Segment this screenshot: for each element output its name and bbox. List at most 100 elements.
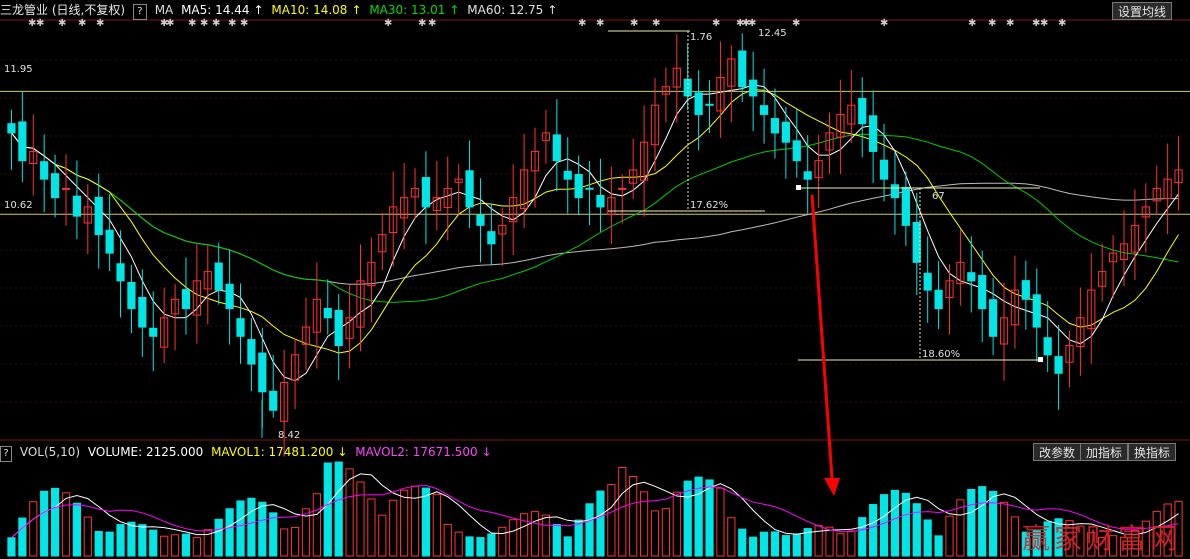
- volume-bar: [18, 517, 27, 557]
- candle-body: [50, 173, 60, 199]
- volume-bar: [389, 499, 398, 557]
- watermark: 赢家财富网: [1021, 522, 1182, 555]
- volume-bar: [127, 521, 136, 557]
- ma30-value: MA30: 13.01: [369, 3, 446, 17]
- volume-bar: [978, 486, 987, 557]
- volume-bar: [509, 519, 518, 557]
- up-arrow-icon: ↑: [449, 3, 460, 17]
- ma5-line: [11, 84, 1179, 382]
- candlesticks: [7, 33, 1183, 457]
- candle-body: [574, 173, 583, 199]
- volume-bar: [160, 535, 169, 557]
- volume-bar: [890, 489, 900, 557]
- help-icon[interactable]: ?: [132, 4, 147, 20]
- volume-bar: [923, 519, 932, 557]
- candle-body: [487, 231, 496, 245]
- volume-bar: [705, 479, 714, 557]
- stock-name: 三龙管业: [0, 3, 49, 17]
- volume-bar: [378, 514, 387, 557]
- volume-bar: [367, 498, 376, 557]
- volume-bar: [181, 533, 191, 557]
- mavol1-value: MAVOL1: 17481.200: [211, 445, 334, 459]
- volume-bar: [334, 461, 343, 557]
- ma5-path: [11, 84, 1179, 382]
- vol-label: VOL(5,10): [19, 445, 81, 459]
- pct-label-1: 17.62%: [690, 200, 729, 211]
- candle-body: [258, 352, 267, 393]
- ma10-line: [11, 88, 1179, 354]
- candle-body: [585, 187, 594, 190]
- volume-bar: [236, 500, 245, 557]
- volume-bar: [280, 528, 289, 557]
- volume-bar: [116, 524, 125, 557]
- volume-bar: [105, 531, 114, 557]
- volume-bar: [356, 481, 365, 557]
- volume-bars: [7, 461, 1183, 557]
- volume-bar: [269, 512, 278, 557]
- volume-ma-lines: [11, 473, 1179, 539]
- add-indicator-button[interactable]: 加指标: [1080, 443, 1129, 461]
- volume-bar: [290, 527, 300, 557]
- peak-high-label: 12.45: [758, 28, 787, 39]
- volume-bar: [999, 501, 1009, 557]
- volume-bar: [465, 536, 474, 557]
- grid-lines: [0, 19, 1190, 441]
- red-arrow-shaft: [810, 194, 834, 479]
- period-label: (日线,不复权): [51, 3, 126, 17]
- peak-partial-label: 1.76: [690, 32, 713, 43]
- volume-bar: [541, 514, 551, 557]
- up-arrow-icon: ↑: [253, 3, 264, 17]
- volume-bar: [530, 511, 540, 557]
- edit-params-button[interactable]: 改参数: [1033, 443, 1082, 461]
- candle-body: [1021, 280, 1030, 300]
- volume-bar: [138, 524, 147, 557]
- candle-body: [858, 97, 867, 125]
- volume-bar: [759, 531, 769, 557]
- change-indicator-button[interactable]: 换指标: [1128, 443, 1177, 461]
- volume-bar: [83, 516, 92, 557]
- volume-bar: [814, 525, 823, 557]
- price-label-10-62: 10.62: [4, 200, 33, 211]
- volume-header: ? VOL(5,10) VOLUME: 2125.000 MAVOL1: 174…: [0, 442, 1190, 462]
- volume-bar: [858, 517, 867, 557]
- volume-bar: [989, 490, 998, 557]
- kline-chart[interactable]: ✱ ✱ ✱ ✱ ✱ ✱✱ ✱ ✱ ✱ ✱ ✱ ✱ ✱ ✱ ✱ ✱ ✱ ✱ ✱ ✱✱✱ ✱ ✱ ✱ ✱ ✱ ✱ ✱ ✱: [0, 0, 1190, 559]
- candle-body: [563, 170, 572, 180]
- volume-bar: [192, 537, 201, 557]
- price-label-11-95: 11.95: [4, 64, 33, 75]
- volume-bar: [312, 493, 321, 557]
- up-arrow-icon: ↑: [547, 3, 558, 17]
- volume-bar: [683, 480, 692, 557]
- candle-body: [1043, 337, 1052, 356]
- candle-body: [749, 79, 758, 97]
- volume-bar: [650, 510, 660, 557]
- candle-body: [705, 103, 714, 106]
- candle-body: [879, 159, 889, 180]
- volume-bar: [672, 491, 681, 557]
- volume-bar: [738, 528, 747, 557]
- candle-body: [934, 289, 943, 310]
- candle-body: [323, 307, 332, 319]
- candle-body: [61, 187, 71, 190]
- ma10-path: [11, 88, 1179, 354]
- set-ma-button[interactable]: 设置均线: [1112, 2, 1173, 20]
- volume-bar: [476, 537, 485, 557]
- volume-bar: [847, 530, 856, 557]
- candle-body: [18, 121, 27, 162]
- volume-bar: [563, 536, 572, 557]
- volume-bar: [945, 515, 954, 557]
- candle-body: [465, 170, 474, 208]
- volume-bar: [225, 508, 234, 557]
- candle-body: [869, 115, 878, 152]
- candle-body: [72, 195, 81, 217]
- candle-body: [334, 309, 343, 347]
- candle-body: [738, 50, 747, 88]
- volume-bar: [901, 492, 910, 557]
- volume-bar: [443, 523, 452, 557]
- help-icon[interactable]: ?: [0, 446, 12, 462]
- volume-bar: [247, 497, 256, 557]
- volume-bar: [214, 518, 223, 557]
- candle-body: [225, 283, 234, 310]
- annotations: ✱ ✱ ✱ ✱ ✱ ✱✱ ✱ ✱ ✱ ✱ ✱ ✱ ✱ ✱ ✱ ✱ ✱ ✱ ✱ ✱✱✱ ✱ ✱ ✱ ✱ ✱ ✱ ✱ ✱: [28, 18, 1066, 496]
- candle-body: [552, 134, 561, 162]
